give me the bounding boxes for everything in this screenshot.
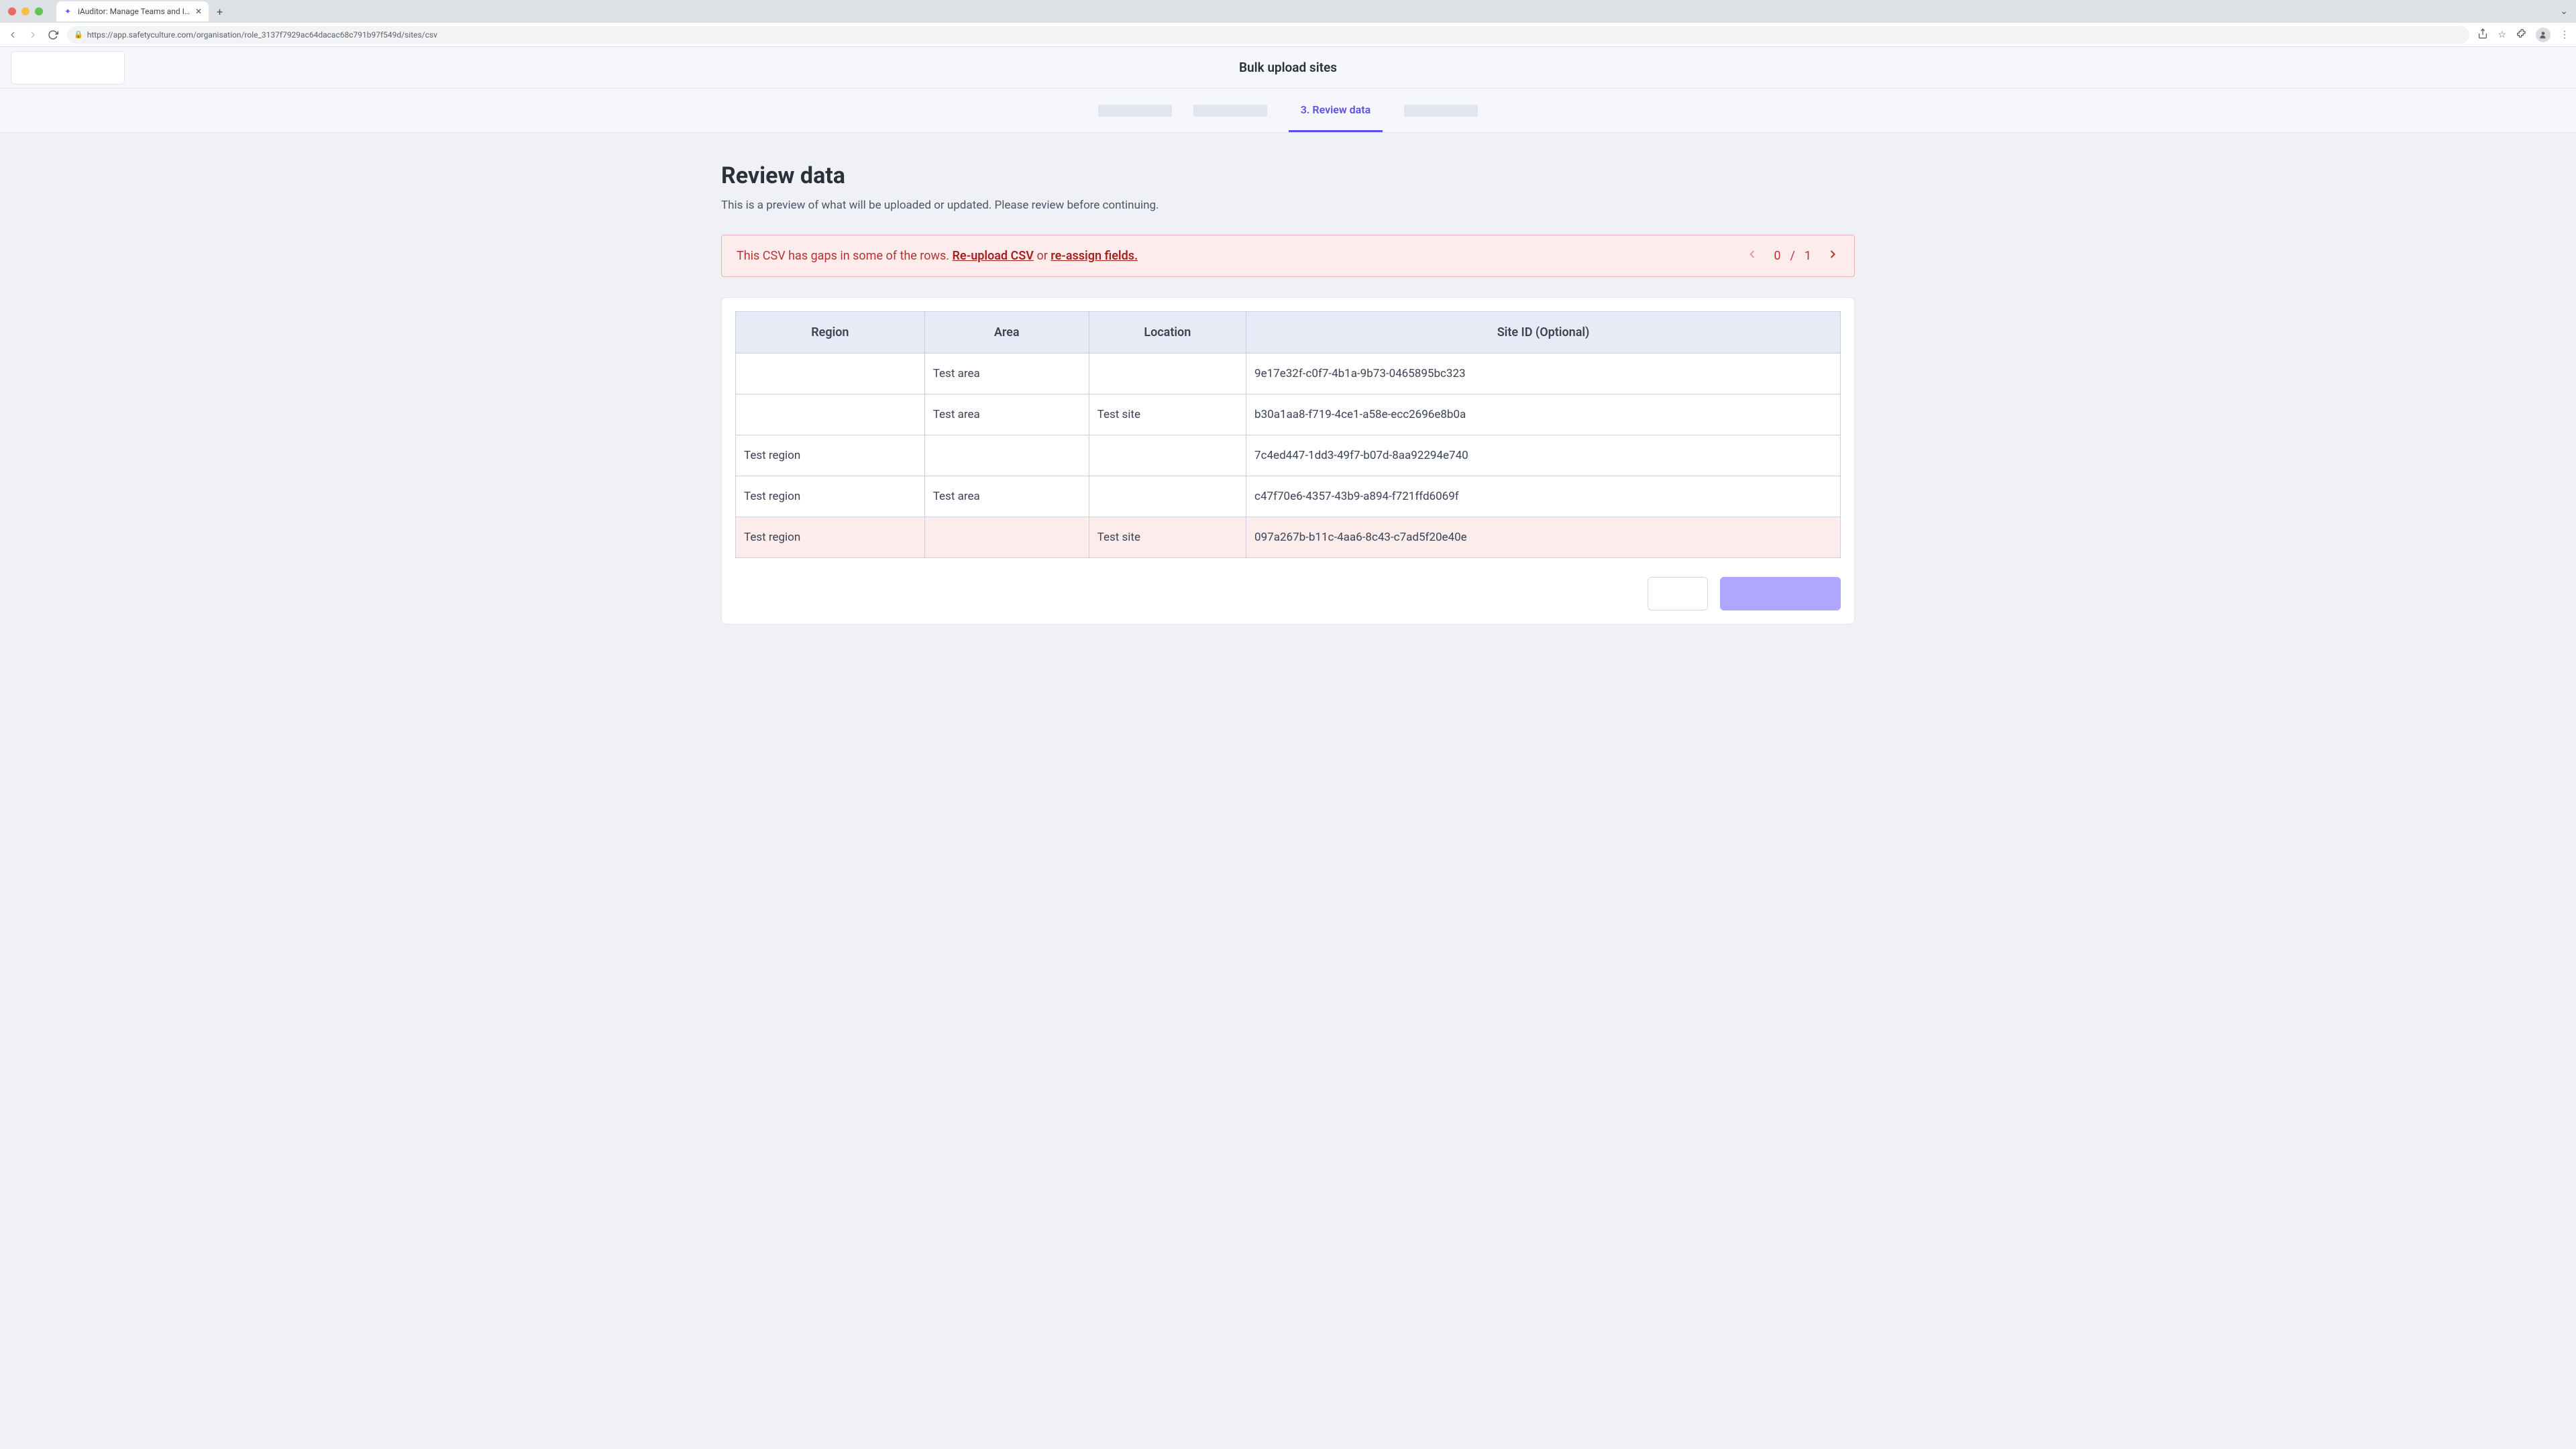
reload-button[interactable] (47, 29, 59, 41)
minimize-window-icon[interactable] (21, 7, 30, 15)
table-row: Test region Test site097a267b-b11c-4aa6-8… (736, 517, 1841, 558)
maximize-window-icon[interactable] (35, 7, 43, 15)
kebab-menu-icon[interactable]: ⋮ (2560, 30, 2569, 40)
back-button[interactable] (7, 29, 19, 41)
alert-current: 0 (1774, 249, 1780, 263)
cell-site_id: 7c4ed447-1dd3-49f7-b07d-8aa92294e740 (1246, 435, 1841, 476)
cell-location: Test site (1089, 517, 1246, 558)
step-3-label: 3. Review data (1301, 103, 1371, 116)
validation-alert: This CSV has gaps in some of the rows. R… (721, 235, 1855, 277)
table-card: Region Area Location Site ID (Optional) … (721, 297, 1855, 625)
app-header: Bulk upload sites (0, 47, 2576, 89)
step-3-active[interactable]: 3. Review data (1289, 89, 1383, 132)
page-heading: Review data (721, 162, 1855, 189)
new-tab-button[interactable]: + (217, 5, 223, 18)
browser-actions: ☆ ⋮ (2477, 28, 2569, 42)
profile-avatar[interactable] (2536, 28, 2551, 42)
cell-site_id: b30a1aa8-f719-4ce1-a58e-ecc2696e8b0a (1246, 394, 1841, 435)
cell-area (924, 517, 1089, 558)
cell-area: Test area (924, 476, 1089, 517)
cell-site_id: 097a267b-b11c-4aa6-8c43-c7ad5f20e40e (1246, 517, 1841, 558)
cell-region: Test region (736, 476, 925, 517)
alert-pager: 0 / 1 (1746, 248, 1839, 264)
table-row: Test regionTest area c47f70e6-4357-43b9-a… (736, 476, 1841, 517)
back-button-footer[interactable] (1648, 577, 1708, 610)
close-tab-icon[interactable]: ✕ (195, 7, 202, 16)
bookmark-icon[interactable]: ☆ (2498, 30, 2506, 40)
cell-site_id: 9e17e32f-c0f7-4b1a-9b73-0465895bc323 (1246, 354, 1841, 394)
step-2-placeholder[interactable] (1193, 105, 1267, 117)
alert-text: This CSV has gaps in some of the rows. R… (737, 249, 1138, 263)
th-siteid: Site ID (Optional) (1246, 312, 1841, 354)
browser-tab-bar: ✦ iAuditor: Manage Teams and I… ✕ + ⌄ (0, 0, 2576, 23)
cell-region (736, 354, 925, 394)
tabs-dropdown-icon[interactable]: ⌄ (2552, 6, 2576, 17)
url-text: https://app.safetyculture.com/organisati… (87, 30, 437, 40)
cell-region: Test region (736, 435, 925, 476)
close-window-icon[interactable] (8, 7, 16, 15)
forward-button[interactable] (27, 29, 39, 41)
table-header-row: Region Area Location Site ID (Optional) (736, 312, 1841, 354)
cell-location (1089, 435, 1246, 476)
cell-site_id: c47f70e6-4357-43b9-a894-f721ffd6069f (1246, 476, 1841, 517)
alert-prev-icon[interactable] (1746, 248, 1759, 264)
th-location: Location (1089, 312, 1246, 354)
table-row: Test area 9e17e32f-c0f7-4b1a-9b73-0465895… (736, 354, 1841, 394)
url-input[interactable]: 🔒 https://app.safetyculture.com/organisa… (67, 26, 2469, 44)
main-content: Review data This is a preview of what wi… (721, 133, 1855, 651)
tab-title: iAuditor: Manage Teams and I… (78, 7, 190, 16)
alert-sep: / (1790, 249, 1794, 263)
footer-actions (735, 577, 1841, 610)
th-area: Area (924, 312, 1089, 354)
page-subtitle: This is a preview of what will be upload… (721, 199, 1855, 212)
cell-region: Test region (736, 517, 925, 558)
alert-total: 1 (1805, 249, 1811, 263)
th-region: Region (736, 312, 925, 354)
lock-icon: 🔒 (74, 30, 83, 39)
reupload-csv-link[interactable]: Re-upload CSV (953, 249, 1034, 263)
page-title: Bulk upload sites (1239, 60, 1337, 75)
alert-middle: or (1034, 249, 1051, 263)
favicon-icon: ✦ (63, 7, 72, 16)
logo-placeholder (11, 51, 125, 85)
table-row: Test areaTest siteb30a1aa8-f719-4ce1-a58… (736, 394, 1841, 435)
cell-region (736, 394, 925, 435)
extensions-icon[interactable] (2516, 28, 2526, 42)
browser-tab[interactable]: ✦ iAuditor: Manage Teams and I… ✕ (56, 1, 209, 21)
steps-bar: 3. Review data (0, 89, 2576, 133)
table-row: Test region 7c4ed447-1dd3-49f7-b07d-8aa92… (736, 435, 1841, 476)
alert-counter: 0 / 1 (1774, 249, 1811, 263)
cell-area: Test area (924, 354, 1089, 394)
cell-area: Test area (924, 394, 1089, 435)
cell-location: Test site (1089, 394, 1246, 435)
share-icon[interactable] (2477, 28, 2488, 42)
cell-location (1089, 476, 1246, 517)
continue-button[interactable] (1720, 577, 1841, 610)
review-table: Region Area Location Site ID (Optional) … (735, 311, 1841, 558)
step-4-placeholder[interactable] (1404, 105, 1478, 117)
cell-area (924, 435, 1089, 476)
reassign-fields-link[interactable]: re-assign fields. (1051, 249, 1138, 263)
address-bar: 🔒 https://app.safetyculture.com/organisa… (0, 23, 2576, 47)
cell-location (1089, 354, 1246, 394)
alert-prefix: This CSV has gaps in some of the rows. (737, 249, 953, 263)
window-controls (8, 7, 43, 15)
step-1-placeholder[interactable] (1098, 105, 1172, 117)
browser-chrome: ✦ iAuditor: Manage Teams and I… ✕ + ⌄ 🔒 … (0, 0, 2576, 47)
alert-next-icon[interactable] (1826, 248, 1839, 264)
